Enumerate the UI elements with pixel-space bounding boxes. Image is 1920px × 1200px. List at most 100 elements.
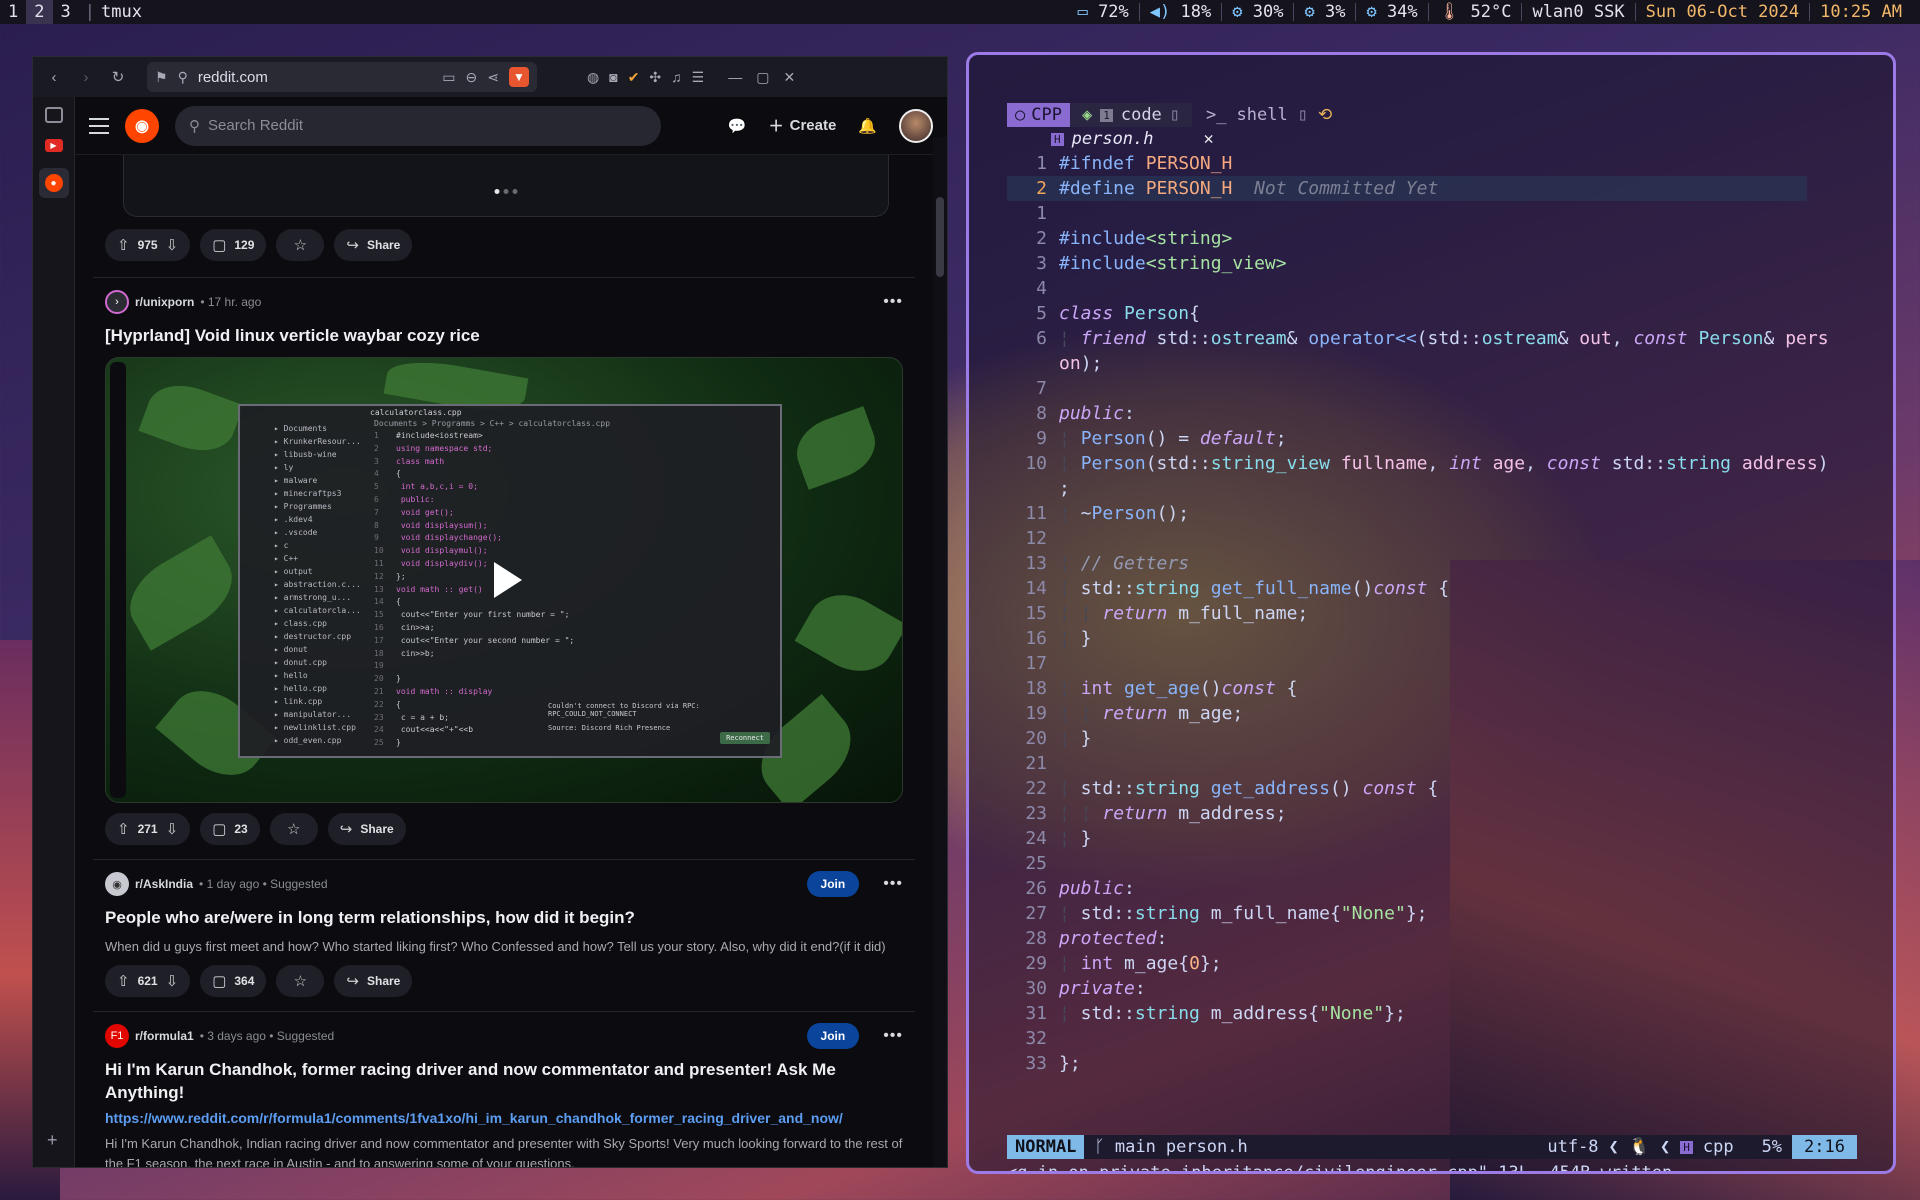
page-scrollbar[interactable] xyxy=(933,137,947,1167)
minimize-icon[interactable]: — xyxy=(728,69,742,86)
more-options-icon[interactable]: ••• xyxy=(883,293,903,311)
reddit-tab[interactable]: ● xyxy=(38,168,69,198)
notifications-icon[interactable]: 🔔 xyxy=(858,117,877,135)
scrollbar-thumb[interactable] xyxy=(936,197,944,277)
upvote-icon[interactable]: ⇧ xyxy=(117,972,130,990)
code-line[interactable]: 33}; xyxy=(1007,1051,1855,1076)
hamburger-menu-icon[interactable] xyxy=(89,117,109,134)
music-icon[interactable]: ♫ xyxy=(671,69,682,86)
code-line[interactable]: 8 public: xyxy=(1007,401,1855,426)
bookmark-icon[interactable]: ⚑ xyxy=(155,69,168,86)
create-button[interactable]: ＋ Create xyxy=(769,115,837,136)
sidebar-toggle-icon[interactable] xyxy=(44,107,63,123)
workspace-2[interactable]: 2 xyxy=(26,0,53,24)
code-line[interactable]: 2 #include<string> xyxy=(1007,226,1855,251)
chat-icon[interactable]: 💬 xyxy=(728,117,747,135)
address-bar[interactable]: ⚑ ⚲ reddit.com ▭ ⊖ ⋖ ▼ xyxy=(147,62,537,92)
vote-button[interactable]: ⇧ 975 ⇩ xyxy=(105,229,191,261)
tab-shell[interactable]: >_ shell ▯ ⟲ xyxy=(1192,103,1346,127)
add-icon[interactable]: + xyxy=(47,1130,58,1151)
comments-button[interactable]: ▢ 364 xyxy=(200,965,267,997)
code-line[interactable]: on); xyxy=(1007,351,1855,376)
code-line[interactable]: 20 ¦ } xyxy=(1007,726,1855,751)
translate-icon[interactable]: ◍ xyxy=(587,69,599,86)
share-button[interactable]: ↪ Share xyxy=(334,965,413,997)
share-icon[interactable]: ⋖ xyxy=(487,69,499,86)
code-line[interactable]: 17 xyxy=(1007,651,1855,676)
close-buffer-icon[interactable]: ✕ xyxy=(1204,129,1214,149)
code-line[interactable]: 12 xyxy=(1007,526,1855,551)
post-title[interactable]: Hi I'm Karun Chandhok, former racing dri… xyxy=(105,1058,903,1104)
network-status[interactable]: wlan0 SSK xyxy=(1521,3,1634,21)
code-line[interactable]: 11 ¦ ~Person(); xyxy=(1007,501,1855,526)
code-area[interactable]: 1 #ifndef PERSON_H 2 #define PERSON_H Not C… xyxy=(1007,151,1855,1076)
post-title[interactable]: [Hyprland] Void linux verticle waybar co… xyxy=(105,324,903,347)
menu-icon[interactable]: ☰ xyxy=(692,69,705,86)
video-player[interactable]: calculatorclass.cpp Documents > Programm… xyxy=(105,357,903,803)
puzzle-icon[interactable]: ✣ xyxy=(649,69,661,86)
maximize-icon[interactable]: ▢ xyxy=(756,69,769,86)
code-line[interactable]: 4 xyxy=(1007,276,1855,301)
code-line[interactable]: 6 ¦ friend std::ostream& operator<<(std::… xyxy=(1007,326,1855,351)
buffer-tab[interactable]: H person.h ✕ xyxy=(1007,127,1855,151)
subreddit-name[interactable]: r/unixporn xyxy=(135,295,194,309)
check-icon[interactable]: ✔ xyxy=(628,69,640,86)
workspace-1[interactable]: 1 xyxy=(0,0,26,24)
more-options-icon[interactable]: ••• xyxy=(883,1027,903,1045)
code-line[interactable]: 5 class Person{ xyxy=(1007,301,1855,326)
camera-icon[interactable]: ◙ xyxy=(609,69,617,86)
code-line[interactable]: 26 public: xyxy=(1007,876,1855,901)
code-line[interactable]: 31 ¦ std::string m_address{"None"}; xyxy=(1007,1001,1855,1026)
code-line[interactable]: 29 ¦ int m_age{0}; xyxy=(1007,951,1855,976)
reddit-logo[interactable]: ◉ xyxy=(125,108,159,143)
code-line[interactable]: 3 #include<string_view> xyxy=(1007,251,1855,276)
code-line[interactable]: 27 ¦ std::string m_full_name{"None"}; xyxy=(1007,901,1855,926)
code-line[interactable]: 10 ¦ Person(std::string_view fullname, in… xyxy=(1007,451,1855,476)
code-line[interactable]: 18 ¦ int get_age()const { xyxy=(1007,676,1855,701)
code-line[interactable]: 13 ¦ // Getters xyxy=(1007,551,1855,576)
reload-icon[interactable]: ↻ xyxy=(107,66,129,88)
upvote-icon[interactable]: ⇧ xyxy=(117,236,130,254)
workspace-3[interactable]: 3 xyxy=(53,0,79,24)
subreddit-name[interactable]: r/AskIndia xyxy=(135,877,193,891)
back-icon[interactable]: ‹ xyxy=(43,66,65,88)
share-button[interactable]: ↪ Share xyxy=(334,229,413,261)
subreddit-icon[interactable]: F1 xyxy=(105,1024,129,1048)
code-line[interactable]: 25 xyxy=(1007,851,1855,876)
carousel-dots[interactable] xyxy=(494,189,518,194)
code-line[interactable]: 16 ¦ } xyxy=(1007,626,1855,651)
downvote-icon[interactable]: ⇩ xyxy=(166,236,179,254)
search-input[interactable]: ⚲ Search Reddit xyxy=(175,105,661,146)
post-unixporn[interactable]: › r/unixporn • 17 hr. ago ••• [Hyprland]… xyxy=(93,278,915,845)
subreddit-icon[interactable]: ◉ xyxy=(105,872,129,896)
code-line[interactable]: 24 ¦ } xyxy=(1007,826,1855,851)
vote-button[interactable]: ⇧ 271 ⇩ xyxy=(105,813,191,845)
subreddit-icon[interactable]: › xyxy=(105,290,129,314)
neovim-editor[interactable]: ○ CPP ◈ 1 code ▯ >_ shell ▯ ⟲ H person.h ✕ 1 #if… xyxy=(1007,103,1857,1171)
award-button[interactable]: ☆ xyxy=(276,965,325,997)
play-icon[interactable] xyxy=(494,562,522,598)
award-button[interactable]: ☆ xyxy=(276,229,325,261)
forward-icon[interactable]: › xyxy=(75,66,97,88)
tab-cpp[interactable]: ○ CPP xyxy=(1007,103,1070,127)
code-line[interactable]: 7 xyxy=(1007,376,1855,401)
zoom-icon[interactable]: ⊖ xyxy=(466,69,478,86)
code-line[interactable]: 22 ¦ std::string get_address() const { xyxy=(1007,776,1855,801)
post-link[interactable]: https://www.reddit.com/r/formula1/commen… xyxy=(105,1110,903,1126)
terminal-window[interactable]: ○ CPP ◈ 1 code ▯ >_ shell ▯ ⟲ H person.h ✕ 1 #if… xyxy=(966,52,1896,1174)
more-options-icon[interactable]: ••• xyxy=(883,875,903,893)
code-line[interactable]: 14 ¦ std::string get_full_name()const { xyxy=(1007,576,1855,601)
code-line[interactable]: 2 #define PERSON_H Not Committed Yet xyxy=(1007,176,1807,201)
youtube-icon[interactable]: ▶ xyxy=(44,139,63,152)
code-line[interactable]: 19 ¦ ¦ return m_age; xyxy=(1007,701,1855,726)
code-line[interactable]: 1 #ifndef PERSON_H xyxy=(1007,151,1855,176)
avatar[interactable] xyxy=(899,108,933,143)
close-icon[interactable]: ✕ xyxy=(783,69,795,86)
site-settings-icon[interactable]: ⚲ xyxy=(178,69,188,86)
code-line[interactable]: ; xyxy=(1007,476,1855,501)
join-button[interactable]: Join xyxy=(806,1023,860,1049)
post-askindia[interactable]: ◉ r/AskIndia • 1 day ago • Suggested Joi… xyxy=(93,860,915,997)
code-line[interactable]: 28 protected: xyxy=(1007,926,1855,951)
brave-shield-icon[interactable]: ▼ xyxy=(509,67,529,87)
share-button[interactable]: ↪ Share xyxy=(327,813,406,845)
